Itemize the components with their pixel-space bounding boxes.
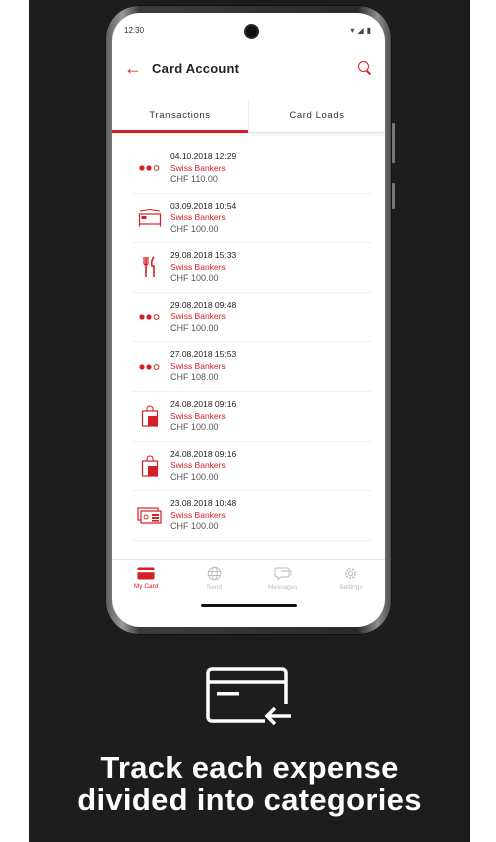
power-button (392, 183, 395, 209)
dots-icon (132, 352, 168, 382)
transaction-date: 23.08.2018 10:48 (170, 498, 237, 509)
caption-line-1: Track each expense (100, 750, 399, 785)
nav-settings[interactable]: Settings (317, 560, 385, 597)
signal-icon: ◢ (357, 25, 364, 35)
transaction-row[interactable]: 03.09.2018 10:54 Swiss Bankers CHF 100.00 (132, 194, 371, 244)
card-icon (137, 567, 155, 580)
frame: 12:30 ▾ ◢ ▮ ← Card Account Transactions … (0, 0, 496, 842)
transaction-merchant: Swiss Bankers (170, 212, 226, 223)
page-title: Card Account (152, 60, 240, 76)
nav-label-send: Send (206, 584, 222, 591)
transaction-amount: CHF 108.00 (170, 372, 219, 383)
transaction-amount: CHF 110.00 (170, 174, 218, 185)
category-icon (132, 550, 168, 552)
globe-icon (207, 566, 222, 581)
status-icons: ▾ ◢ ▮ (350, 26, 371, 35)
transaction-details: 29.08.2018 09:48 Swiss Bankers CHF 100.00 (168, 300, 236, 335)
search-icon[interactable] (357, 60, 373, 76)
transaction-date: 29.08.2018 09:48 (170, 299, 237, 310)
transaction-row[interactable]: 29.08.2018 09:48 Swiss Bankers CHF 100.00 (132, 293, 371, 343)
transaction-merchant: Swiss Bankers (170, 162, 226, 173)
volume-button (392, 123, 395, 163)
transaction-date: 27.08.2018 15:53 (170, 349, 237, 360)
transaction-merchant: Swiss Bankers (170, 261, 226, 272)
status-time: 12:30 (124, 25, 145, 35)
transaction-details: 04.10.2018 12:29 Swiss Bankers CHF 110.00 (168, 151, 236, 186)
caption-line-2: divided into categories (77, 782, 422, 817)
tab-transactions[interactable]: Transactions (112, 99, 248, 133)
transaction-details: 27.08.2018 15:53 Swiss Bankers CHF 108.00 (168, 349, 236, 384)
nav-send[interactable]: Send (180, 560, 248, 597)
chat-icon (274, 567, 292, 581)
nav-my-card[interactable]: My Card (112, 560, 180, 597)
nav-label-messages: Messages (267, 584, 298, 591)
tab-card-loads[interactable]: Card Loads (248, 99, 385, 132)
transaction-details: 03.09.2018 10:54 Swiss Bankers CHF 100.00 (168, 201, 236, 236)
transaction-row[interactable]: 23.08.2018 10:48 Swiss Bankers CHF 100.00 (132, 491, 371, 541)
shopping-bag-icon (132, 451, 168, 481)
transaction-row[interactable]: 24.08.2018 09:16 Swiss Bankers CHF 100.00 (132, 392, 371, 442)
tab-bar: Transactions Card Loads (112, 99, 385, 133)
transaction-amount: CHF 100.00 (170, 223, 219, 234)
card-return-icon (206, 667, 295, 728)
transaction-date: 24.08.2018 09:16 (170, 399, 237, 410)
transaction-merchant: Swiss Bankers (170, 460, 226, 471)
bed-icon (132, 203, 168, 233)
camera-icon (246, 26, 257, 37)
transaction-row[interactable]: 29.08.2018 15:33 Swiss Bankers CHF 100.00 (132, 243, 371, 293)
transaction-date: 29.08.2018 15:33 (170, 250, 237, 261)
transaction-merchant: Swiss Bankers (170, 311, 226, 322)
home-indicator (201, 604, 297, 607)
transaction-row[interactable]: 23.08.2018 10:43 (132, 541, 371, 552)
dots-icon (132, 302, 168, 332)
transaction-merchant: Swiss Bankers (170, 509, 226, 520)
fork-knife-icon (132, 252, 168, 282)
transaction-merchant: Swiss Bankers (170, 360, 226, 371)
transaction-row[interactable]: 27.08.2018 15:53 Swiss Bankers CHF 108.00 (132, 342, 371, 392)
phone-mockup: 12:30 ▾ ◢ ▮ ← Card Account Transactions … (105, 5, 395, 635)
dots-icon (132, 153, 168, 183)
bottom-nav: My Card Send Messages Settings (112, 559, 385, 597)
transaction-date: 04.10.2018 12:29 (170, 151, 237, 162)
transaction-amount: CHF 100.00 (170, 322, 219, 333)
battery-icon: ▮ (366, 25, 371, 35)
transaction-date: 03.09.2018 10:54 (170, 200, 237, 211)
caption: Track each expense divided into categori… (29, 752, 470, 816)
transaction-list[interactable]: 04.10.2018 12:29 Swiss Bankers CHF 110.00 0… (112, 144, 385, 552)
shopping-bag-icon (132, 401, 168, 431)
transaction-amount: CHF 100.00 (170, 471, 219, 482)
transaction-row[interactable]: 04.10.2018 12:29 Swiss Bankers CHF 110.00 (132, 144, 371, 194)
nav-label-settings: Settings (339, 584, 363, 591)
back-arrow-icon[interactable]: ← (124, 58, 146, 79)
transaction-details: 29.08.2018 15:33 Swiss Bankers CHF 100.00 (168, 250, 236, 285)
transaction-amount: CHF 100.00 (170, 422, 219, 433)
nav-messages[interactable]: Messages (249, 560, 317, 597)
transaction-details: 23.08.2018 10:48 Swiss Bankers CHF 100.00 (168, 498, 236, 533)
transaction-row[interactable]: 24.08.2018 09:16 Swiss Bankers CHF 100.00 (132, 442, 371, 492)
gear-icon (345, 568, 357, 579)
transaction-merchant: Swiss Bankers (170, 410, 226, 421)
transaction-amount: CHF 100.00 (170, 273, 219, 284)
transaction-date: 24.08.2018 09:16 (170, 448, 237, 459)
transaction-amount: CHF 100.00 (170, 521, 219, 532)
wifi-icon: ▾ (350, 25, 355, 35)
nav-label-my-card: My Card (133, 583, 159, 590)
transaction-details: 24.08.2018 09:16 Swiss Bankers CHF 100.00 (168, 399, 236, 434)
transaction-details: 24.08.2018 09:16 Swiss Bankers CHF 100.00 (168, 449, 236, 484)
phone-screen: 12:30 ▾ ◢ ▮ ← Card Account Transactions … (112, 13, 385, 627)
cash-icon (132, 500, 168, 530)
app-bar: ← Card Account (112, 51, 385, 85)
